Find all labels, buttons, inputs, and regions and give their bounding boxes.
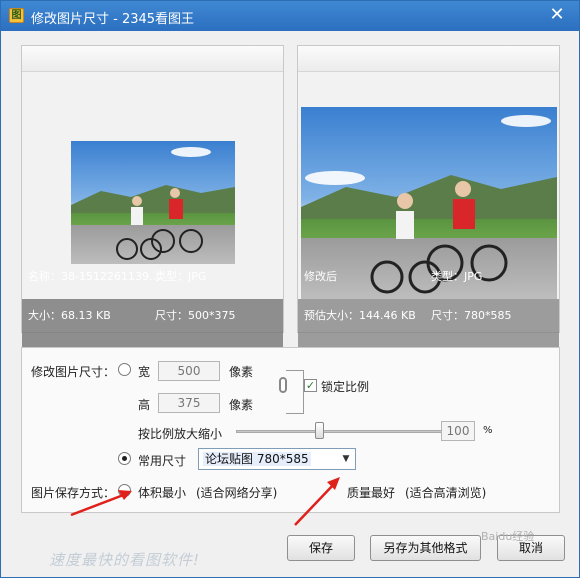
save-as-button[interactable]: 另存为其他格式 [370,535,481,561]
tagline: 速度最快的看图软件! [49,551,201,569]
save-button[interactable]: 保存 [287,535,355,561]
watermark: Baidu经验 [481,530,535,543]
resize-dialog: 图 修改图片尺寸 - 2345看图王 ✕ 名称：38-1512261139...… [0,0,580,578]
annotation-arrows [70,477,340,526]
